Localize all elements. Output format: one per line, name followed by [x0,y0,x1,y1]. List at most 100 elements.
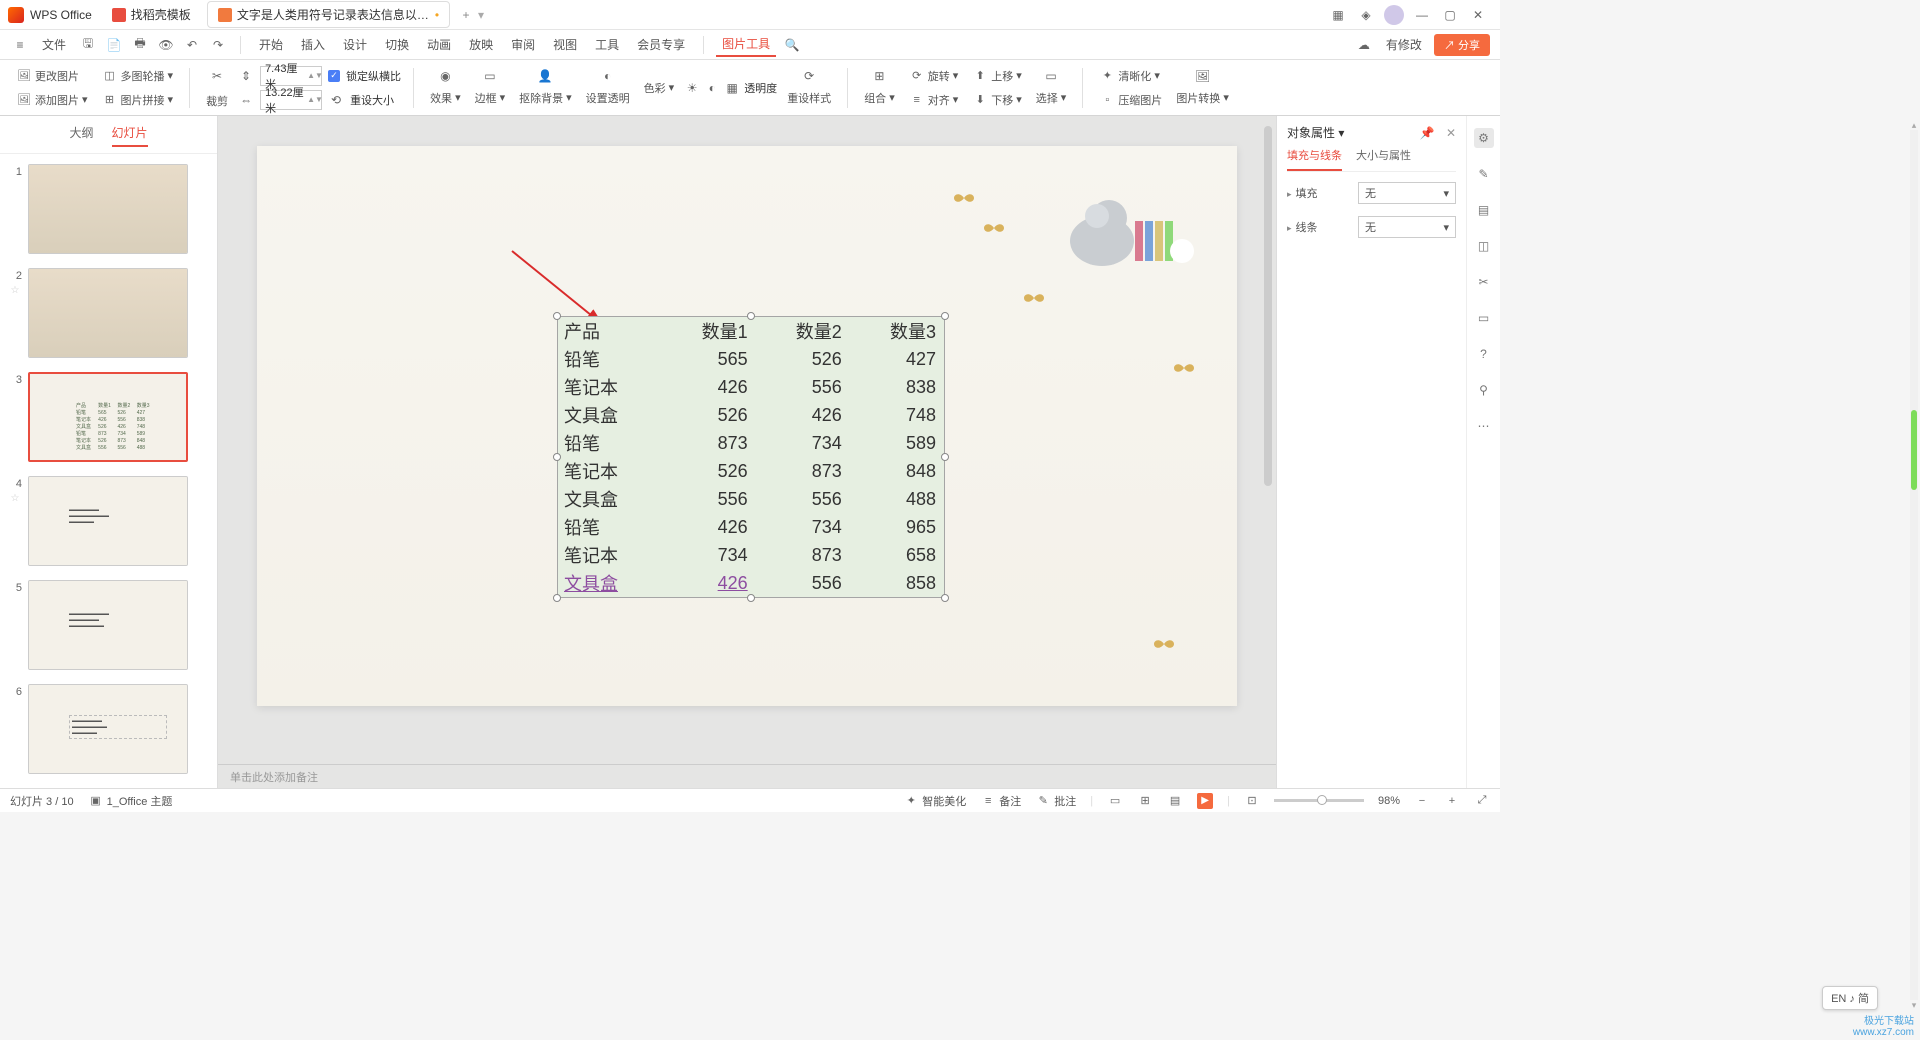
effect-button[interactable]: 效果 ▾ [426,88,465,108]
fullscreen-icon[interactable]: ⤢ [1474,793,1490,809]
height-input[interactable]: 7.43厘米▲▼ [260,66,322,86]
line-select[interactable]: 无▾ [1358,216,1456,238]
link-rail-icon[interactable]: ⚲ [1474,380,1494,400]
new-tab-button[interactable]: + [456,8,476,22]
move-up-button[interactable]: ⬆上移 ▾ [968,66,1026,86]
print-preview-icon[interactable]: 📄 [104,35,124,55]
resize-handle[interactable] [747,594,755,602]
resize-handle[interactable] [553,312,561,320]
remove-bg-button[interactable]: 抠除背景 ▾ [515,88,576,108]
add-picture-button[interactable]: 🖼添加图片 ▾ [12,90,92,110]
comments-toggle[interactable]: ✎批注 [1035,793,1076,809]
line-label[interactable]: 线条 [1287,219,1318,235]
print-icon[interactable]: 🖶 [130,35,150,55]
resize-handle[interactable] [941,594,949,602]
style-rail-icon[interactable]: ✎ [1474,164,1494,184]
menu-start[interactable]: 开始 [253,33,289,56]
scrollbar[interactable] [1264,126,1274,606]
group-button[interactable]: 组合 ▾ [860,88,899,108]
trans-slider-icon[interactable]: ▦ [724,80,740,96]
layout-rail-icon[interactable]: ◫ [1474,236,1494,256]
convert-button[interactable]: 图片转换 ▾ [1172,88,1233,108]
sharpen-button[interactable]: ✦清晰化 ▾ [1095,66,1166,86]
ime-indicator[interactable]: EN ♪ 简 [1822,986,1878,1010]
picture-join-button[interactable]: ⊞图片拼接 ▾ [98,90,178,110]
tab-fill-line[interactable]: 填充与线条 [1287,147,1342,171]
lock-ratio-checkbox[interactable]: ✓ [328,70,340,82]
slideshow-icon[interactable]: ▶ [1197,793,1213,809]
crop-button[interactable]: 裁剪 [202,91,232,111]
zoom-in-icon[interactable]: + [1444,793,1460,809]
menu-insert[interactable]: 插入 [295,33,331,56]
help-rail-icon[interactable]: ? [1474,344,1494,364]
smart-beautify-button[interactable]: ✦智能美化 [903,793,966,809]
menu-picture-tools[interactable]: 图片工具 [716,32,776,57]
preview-icon[interactable]: 👁 [156,35,176,55]
slide-thumbnail[interactable] [28,268,188,358]
scroll-up-icon[interactable]: ▴ [1910,120,1918,130]
menu-view[interactable]: 视图 [547,33,583,56]
pin-icon[interactable]: 📌 [1420,126,1435,140]
border-button[interactable]: 边框 ▾ [471,88,510,108]
normal-view-icon[interactable]: ▭ [1107,793,1123,809]
slide-thumbnail[interactable]: ▬▬▬▬▬▬▬▬▬▬▬▬▬▬▬▬▬▬▬▬▬ [28,580,188,670]
tab-slides[interactable]: 幻灯片 [112,124,148,147]
color-button[interactable]: 色彩 ▾ [640,78,679,98]
fill-select[interactable]: 无▾ [1358,182,1456,204]
menu-icon[interactable]: ≡ [10,35,30,55]
zoom-slider[interactable] [1274,799,1364,802]
menu-slideshow[interactable]: 放映 [463,33,499,56]
theme-indicator[interactable]: ▣1_Office 主题 [88,793,173,809]
slides-rail-icon[interactable]: ▤ [1474,200,1494,220]
share-button[interactable]: ↗ 分享 [1434,34,1490,56]
cloud-sync-icon[interactable]: ☁ [1354,35,1374,55]
contrast-icon[interactable]: ◐ [704,80,720,96]
reading-view-icon[interactable]: ▤ [1167,793,1183,809]
reset-size-button[interactable]: 重设大小 [350,92,394,108]
search-icon[interactable]: 🔍 [782,35,802,55]
maximize-button[interactable]: ▢ [1436,5,1464,25]
align-button[interactable]: ≡对齐 ▾ [905,90,963,110]
move-down-button[interactable]: ⬇下移 ▾ [968,90,1026,110]
settings-rail-icon[interactable]: ⚙ [1474,128,1494,148]
menu-tools[interactable]: 工具 [589,33,625,56]
close-button[interactable]: ✕ [1464,5,1492,25]
more-rail-icon[interactable]: ⋯ [1474,416,1494,436]
menu-file[interactable]: 文件 [36,33,72,56]
avatar[interactable] [1380,5,1408,25]
screen-rail-icon[interactable]: ▭ [1474,308,1494,328]
rotate-button[interactable]: ⟳旋转 ▾ [905,66,963,86]
crop-icon[interactable]: ✂ [206,65,228,87]
slide-thumbnail-selected[interactable]: 产品数量1数量2数量3铅笔565526427笔记本426556838文具盒526… [28,372,188,462]
menu-animation[interactable]: 动画 [421,33,457,56]
change-picture-button[interactable]: 🖼更改图片 [12,66,92,86]
resize-handle[interactable] [553,453,561,461]
compress-button[interactable]: ▫压缩图片 [1095,90,1166,110]
resize-handle[interactable] [747,312,755,320]
close-panel-icon[interactable]: ✕ [1446,126,1456,140]
set-trans-button[interactable]: 设置透明 [582,88,634,108]
tab-menu-dropdown[interactable]: ▾ [478,8,484,22]
undo-icon[interactable]: ↶ [182,35,202,55]
tools-rail-icon[interactable]: ✂ [1474,272,1494,292]
slide-thumbnail[interactable] [28,164,188,254]
width-input[interactable]: 13.22厘米▲▼ [260,90,322,110]
menu-review[interactable]: 审阅 [505,33,541,56]
tab-outline[interactable]: 大纲 [69,124,93,147]
tab-templates[interactable]: 找稻壳模板 [102,2,201,27]
table-object[interactable]: 产品数量1数量2数量3铅笔565526427笔记本426556838文具盒526… [557,316,945,598]
tab-size-props[interactable]: 大小与属性 [1356,147,1411,171]
grid-icon[interactable]: ▦ [1324,5,1352,25]
sorter-view-icon[interactable]: ⊞ [1137,793,1153,809]
notes-input[interactable]: 单击此处添加备注 [218,764,1276,788]
resize-handle[interactable] [941,453,949,461]
zoom-out-icon[interactable]: − [1414,793,1430,809]
cube-icon[interactable]: ◈ [1352,5,1380,25]
minimize-button[interactable]: — [1408,5,1436,25]
select-button[interactable]: 选择 ▾ [1032,88,1071,108]
reset-style-button[interactable]: 重设样式 [783,88,835,108]
resize-handle[interactable] [941,312,949,320]
page-scrollbar[interactable]: ▴ ▾ [1910,120,1918,1010]
scroll-down-icon[interactable]: ▾ [1910,1000,1918,1010]
menu-design[interactable]: 设计 [337,33,373,56]
